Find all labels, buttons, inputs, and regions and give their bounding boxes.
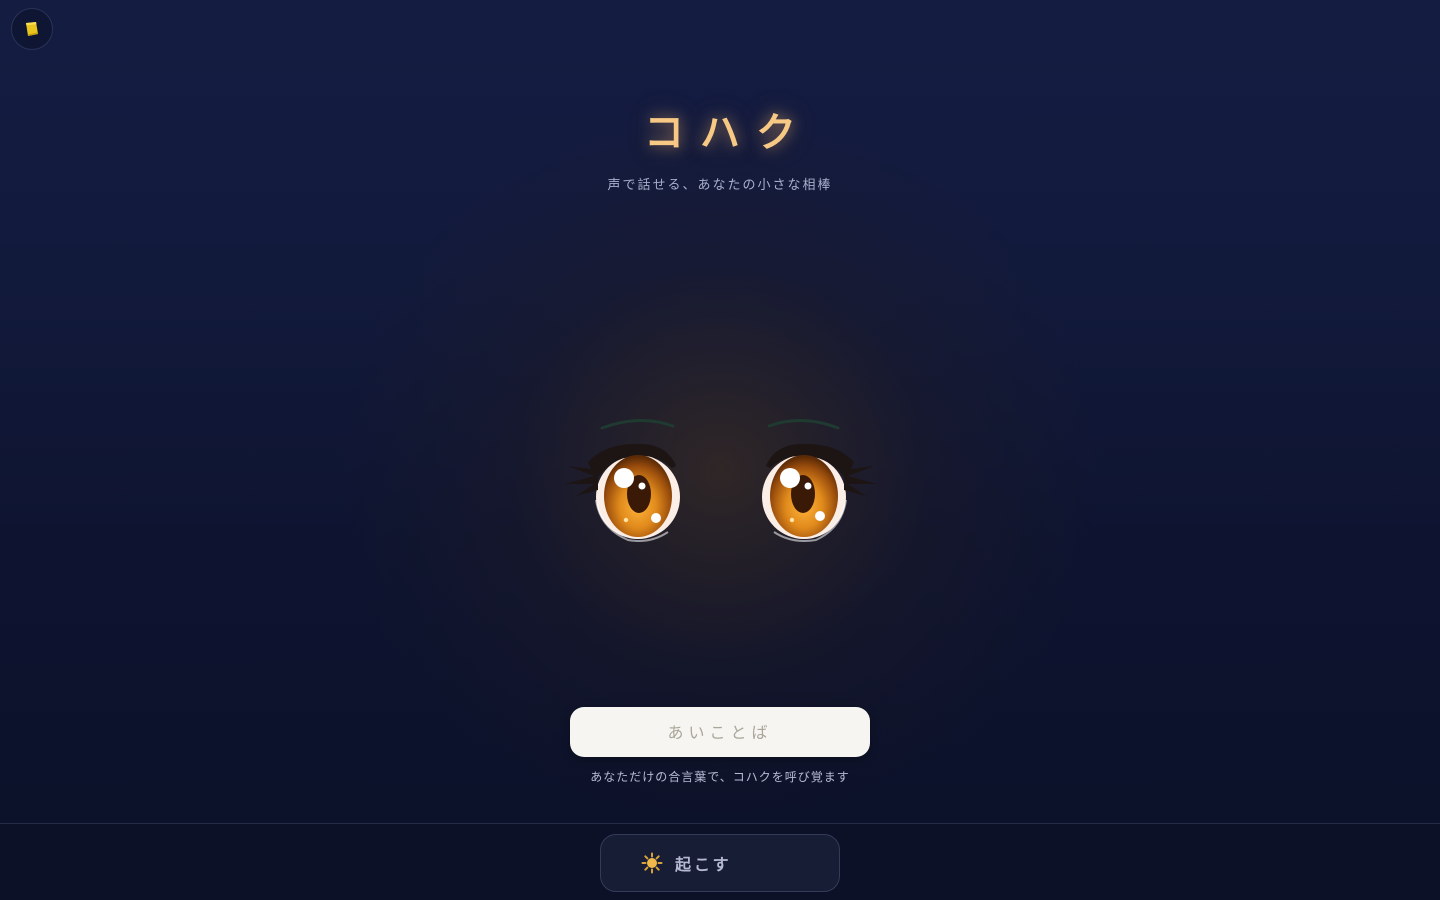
wake-button[interactable]: 起こす xyxy=(600,834,840,892)
passphrase-hint: あなただけの合言葉で、コハクを呼び覚ます xyxy=(590,770,850,784)
sun-icon xyxy=(641,852,663,874)
wake-button-label: 起こす xyxy=(675,855,732,874)
character-eyes xyxy=(540,380,900,580)
bottom-bar: 起こす xyxy=(0,823,1440,900)
right-eye xyxy=(762,418,877,542)
note-button[interactable] xyxy=(11,8,53,50)
note-icon xyxy=(26,22,38,36)
passphrase-input[interactable] xyxy=(570,707,870,757)
left-eye xyxy=(565,418,680,542)
app-title: コハク xyxy=(644,110,812,156)
app-subtitle: 声で話せる、あなたの小さな相棒 xyxy=(607,178,833,193)
